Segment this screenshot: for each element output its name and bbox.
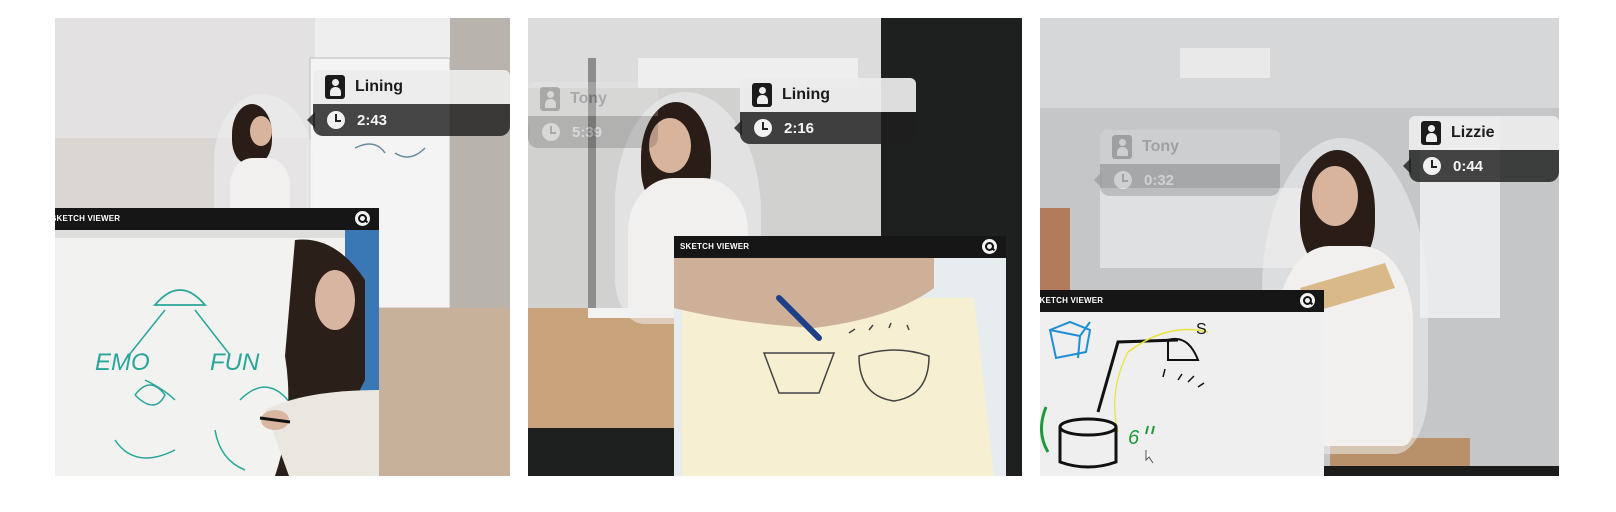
sketch-viewer-titlebar: SKETCH VIEWER	[55, 208, 379, 230]
video-panel-3: Tony 0:32 Lizzie 0:44 SKETCH VIEWER 6 S	[1040, 18, 1559, 476]
sketch-viewer-title: SKETCH VIEWER	[55, 214, 121, 223]
user-time: 5:39	[572, 123, 603, 141]
person-icon	[1421, 121, 1441, 145]
user-name-row: Tony	[528, 82, 658, 116]
clock-icon	[1114, 171, 1132, 189]
person-icon	[540, 87, 560, 111]
video-panel-2: Tony 5:39 Lining 2:16 SKETCH VIEWER	[528, 18, 1022, 476]
user-name: Tony	[1142, 138, 1180, 155]
clock-icon	[754, 119, 772, 137]
sketch-viewer-title: SKETCH VIEWER	[680, 242, 750, 251]
zoom-icon[interactable]	[982, 239, 997, 254]
sketch-viewer-title: SKETCH VIEWER	[1040, 296, 1104, 305]
zoom-icon[interactable]	[355, 211, 370, 226]
user-time-row: 5:39	[528, 116, 658, 148]
user-time-row: 0:32	[1094, 164, 1280, 196]
person-icon	[1112, 135, 1132, 159]
user-name-row: Tony	[1100, 130, 1280, 164]
user-name-row: Lining	[740, 78, 916, 112]
user-name: Tony	[570, 90, 608, 107]
user-time: 2:43	[357, 111, 388, 129]
sketch-viewer-1: SKETCH VIEWER EMO FUN	[55, 208, 379, 476]
sketch-letter-s: S	[1196, 321, 1207, 338]
sketch-word-fun: FUN	[210, 349, 260, 376]
clock-icon	[1423, 157, 1441, 175]
user-time: 0:44	[1453, 157, 1484, 175]
user-time: 0:32	[1144, 171, 1175, 189]
sketch-viewer-titlebar: SKETCH VIEWER	[674, 236, 1006, 258]
user-name: Lizzie	[1451, 124, 1495, 141]
user-name-row: Lining	[313, 70, 510, 104]
sketch-word-emo: EMO	[95, 349, 150, 376]
person-icon	[752, 83, 772, 107]
sketch-viewer-titlebar: SKETCH VIEWER	[1040, 290, 1324, 312]
svg-text:6: 6	[1128, 427, 1140, 449]
clock-icon	[542, 123, 560, 141]
sketch-image-flipchart: EMO FUN	[55, 230, 379, 476]
person-icon	[325, 75, 345, 99]
user-time-row: 2:43	[307, 104, 510, 136]
sketch-viewer-2: SKETCH VIEWER	[674, 236, 1006, 476]
sketch-image-digital: 6 S	[1040, 312, 1324, 476]
user-time: 2:16	[784, 119, 815, 137]
user-name: Lining	[782, 86, 830, 103]
video-panel-1: Lining 2:43 SKETCH VIEWER EMO FUN	[55, 18, 510, 476]
sketch-viewer-3: SKETCH VIEWER 6 S	[1040, 290, 1324, 476]
user-name: Lining	[355, 78, 403, 95]
user-time-row: 0:44	[1403, 150, 1559, 182]
clock-icon	[327, 111, 345, 129]
user-time-row: 2:16	[734, 112, 916, 144]
zoom-icon[interactable]	[1300, 293, 1315, 308]
sketch-image-paper	[674, 258, 1006, 476]
panel-bottom-bar	[1324, 466, 1559, 476]
user-name-row: Lizzie	[1409, 116, 1559, 150]
